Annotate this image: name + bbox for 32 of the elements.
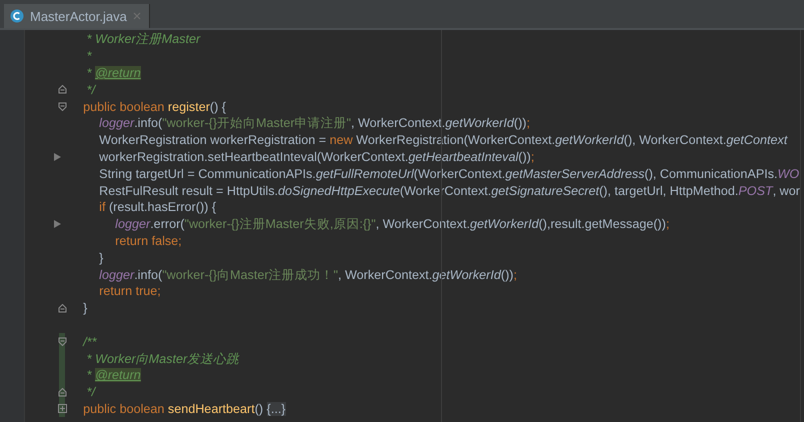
fold-icon[interactable]: [58, 304, 68, 313]
code-line: }: [83, 301, 88, 316]
fold-icon[interactable]: [58, 337, 68, 346]
arrow-icon[interactable]: [54, 220, 62, 228]
code-line: if (result.hasError()) {: [99, 200, 216, 214]
code-line: String targetUrl = CommunicationAPIs.getFullRemoteUrl(WorkerContext.getMasterServerAddress(), CommunicationAPIs.WO: [99, 166, 800, 181]
fold-icon[interactable]: [58, 85, 68, 94]
fold-icon[interactable]: [58, 102, 68, 112]
class-icon: [10, 9, 24, 23]
file-tab[interactable]: MasterActor.java: [4, 4, 150, 28]
code-comment: */: [86, 82, 96, 97]
code-line: RestFulResult result = HttpUtils.doSignedHttpExecute(WorkerContext.getSignatureSecret(), targetUrl, HttpMethod.POST, wor: [99, 184, 800, 198]
code-line: workerRegistration.setHeartbeatInteval(WorkerContext.getHeartbeatInteval());: [99, 150, 534, 164]
code-line: return false;: [115, 234, 182, 248]
expand-icon[interactable]: [58, 404, 68, 414]
code-line: logger.info("worker-{}向Master注册成功！", WorkerContext.getWorkerId());: [99, 268, 517, 282]
code-line: }: [99, 250, 104, 265]
code-line: public boolean register() {: [83, 100, 226, 114]
code-comment: * Worker注册Master: [86, 32, 200, 46]
code-comment: */: [86, 385, 96, 400]
code-line: public boolean sendHeartbeart() {...}: [83, 402, 286, 416]
code-line: return true;: [99, 284, 161, 298]
code-comment: * @return: [86, 368, 141, 382]
code-line: WorkerRegistration workerRegistration = new WorkerRegistration(WorkerContext.getWorkerId(), WorkerContext.getContext: [99, 133, 788, 148]
code-comment: * Worker向Master发送心跳: [86, 352, 240, 366]
arrow-icon[interactable]: [54, 152, 62, 161]
code-comment: * @return: [86, 66, 141, 80]
code-comment: *: [86, 49, 92, 64]
code-line: logger.error("worker-{}注册Master失败,原因:{}", WorkerContext.getWorkerId(),result.getMessage());: [115, 217, 670, 232]
fold-icon[interactable]: [58, 388, 68, 397]
code-comment: /**: [83, 334, 96, 349]
code-line: logger.info("worker-{}开始向Master申请注册", WorkerContext.getWorkerId());: [99, 116, 530, 130]
